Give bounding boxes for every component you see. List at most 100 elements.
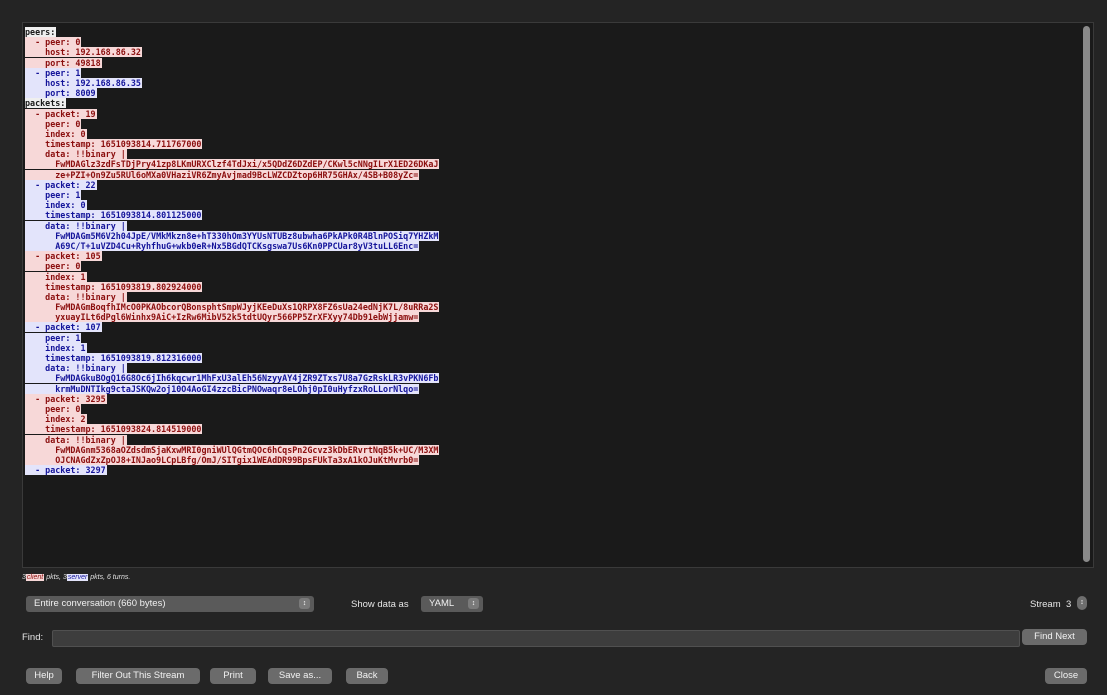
line-text: host: 192.168.86.32	[25, 47, 142, 58]
up-down-chevron-icon: ↕	[299, 598, 310, 609]
line-text: FwMDAGkuBOgQ16G8Oc6jIh6kqcwr1MhFxU3alEh5…	[25, 373, 440, 384]
client-data-line: FwMDAGlz3zdFsTDjPry41zp8LKmURXClzf4TdJxi…	[25, 159, 1075, 170]
line-text: timestamp: 1651093824.814519000	[25, 424, 203, 435]
help-button[interactable]: Help	[26, 668, 62, 684]
print-button[interactable]: Print	[210, 668, 256, 684]
line-text: data: !!binary |	[25, 291, 127, 302]
line-text: host: 192.168.86.35	[25, 77, 142, 88]
stream-number[interactable]: 3	[1066, 599, 1071, 610]
show-data-label: Show data as	[351, 599, 409, 610]
stream-text[interactable]: peers: - peer: 0 host: 192.168.86.32 por…	[25, 27, 1075, 476]
line-text: index: 1	[25, 342, 87, 353]
client-data-line: peer: 0	[25, 118, 1075, 129]
line-text: peer: 1	[25, 190, 82, 200]
line-text: peer: 1	[25, 332, 82, 343]
server-data-line: krmMuDNTIkg9ctaJSKQw2oj10O4AoGI4zzcBicPN…	[25, 383, 1075, 394]
line-text: - peer: 0	[25, 37, 82, 48]
server-data-line: port: 8009	[25, 88, 1075, 99]
server-data-line: peer: 1	[25, 332, 1075, 343]
line-text: index: 2	[25, 414, 87, 425]
line-text: data: !!binary |	[25, 149, 127, 160]
line-text: peer: 0	[25, 118, 82, 129]
client-data-line: yxuayILt6dPgl6Winhx9AiC+IzRw6MibV52k5tdt…	[25, 312, 1075, 323]
line-text: packets:	[25, 98, 67, 109]
line-text: - packet: 105	[25, 251, 102, 262]
client-data-line: FwMDAGnm5368aOZdsdmSjaKxwMRI0gniWUlQGtmQ…	[25, 444, 1075, 455]
find-label: Find:	[22, 632, 44, 643]
client-data-line: index: 1	[25, 271, 1075, 282]
client-data-line: timestamp: 1651093814.711767000	[25, 139, 1075, 150]
format-select[interactable]: YAML ↕	[421, 596, 483, 612]
client-data-line: index: 0	[25, 128, 1075, 139]
line-text: - packet: 19	[25, 108, 97, 119]
find-next-button[interactable]: Find Next	[1022, 629, 1087, 645]
save-as-button[interactable]: Save as...	[268, 668, 332, 684]
stream-summary: 3client pkts, 3server pkts, 6 turns.	[22, 574, 130, 581]
client-data-line: timestamp: 1651093824.814519000	[25, 424, 1075, 435]
format-select-value: YAML	[429, 598, 455, 609]
client-data-line: OJCNAGdZxZpOJ8+INJao9LCpLBfg/OmJ/SITgix1…	[25, 454, 1075, 465]
line-text: timestamp: 1651093814.711767000	[25, 139, 203, 150]
client-data-line: - packet: 105	[25, 251, 1075, 262]
server-data-line: index: 0	[25, 200, 1075, 211]
server-data-line: peer: 1	[25, 190, 1075, 200]
conversation-select-value: Entire conversation (660 bytes)	[34, 598, 166, 609]
server-data-line: timestamp: 1651093814.801125000	[25, 210, 1075, 221]
line-text: - packet: 107	[25, 322, 102, 333]
section-header-line: packets:	[25, 98, 1075, 109]
filter-out-stream-button[interactable]: Filter Out This Stream	[76, 668, 200, 684]
server-data-line: data: !!binary |	[25, 220, 1075, 231]
server-data-line: index: 1	[25, 342, 1075, 353]
client-data-line: port: 49818	[25, 57, 1075, 68]
line-text: FwMDAGm5M6V2h04JpE/VMkMkzn8e+hT330hOm3YY…	[25, 230, 440, 241]
client-data-line: data: !!binary |	[25, 149, 1075, 160]
client-data-line: data: !!binary |	[25, 434, 1075, 445]
line-text: - peer: 1	[25, 67, 82, 78]
server-tag: server	[66, 574, 89, 581]
line-text: krmMuDNTIkg9ctaJSKQw2oj10O4AoGI4zzcBicPN…	[25, 383, 420, 394]
client-data-line: peer: 0	[25, 261, 1075, 272]
section-header-line: peers:	[25, 27, 1075, 37]
client-data-line: peer: 0	[25, 403, 1075, 414]
client-data-line: ze+PZI+On9Zu5RUl6oMXa0VHaziVR6ZmyAvjmad9…	[25, 169, 1075, 180]
client-data-line: - packet: 3295	[25, 393, 1075, 404]
line-text: timestamp: 1651093819.812316000	[25, 353, 203, 363]
line-text: index: 1	[25, 271, 87, 282]
line-text: FwMDAGmBoqfhIMcO0PKAObcorQBonsphtSmpWJyj…	[25, 302, 440, 313]
client-data-line: timestamp: 1651093819.802924000	[25, 281, 1075, 292]
line-text: index: 0	[25, 200, 87, 211]
server-data-line: timestamp: 1651093819.812316000	[25, 353, 1075, 363]
client-data-line: index: 2	[25, 414, 1075, 425]
find-input[interactable]	[52, 630, 1020, 647]
server-data-line: data: !!binary |	[25, 363, 1075, 374]
line-text: port: 8009	[25, 88, 97, 99]
line-text: peer: 0	[25, 261, 82, 272]
line-text: - packet: 3297	[25, 465, 107, 476]
line-text: - packet: 3295	[25, 393, 107, 404]
close-button[interactable]: Close	[1045, 668, 1087, 684]
stepper-icon[interactable]: ↕	[1077, 596, 1087, 610]
client-data-line: host: 192.168.86.32	[25, 47, 1075, 58]
client-tag: client	[25, 574, 45, 581]
client-data-line: - peer: 0	[25, 37, 1075, 48]
client-data-line: FwMDAGmBoqfhIMcO0PKAObcorQBonsphtSmpWJyj…	[25, 302, 1075, 313]
up-down-chevron-icon: ↕	[468, 598, 479, 609]
server-data-line: FwMDAGkuBOgQ16G8Oc6jIh6kqcwr1MhFxU3alEh5…	[25, 373, 1075, 384]
server-data-line: - peer: 1	[25, 67, 1075, 78]
line-text: OJCNAGdZxZpOJ8+INJao9LCpLBfg/OmJ/SITgix1…	[25, 454, 420, 465]
line-text: data: !!binary |	[25, 363, 127, 374]
client-data-line: data: !!binary |	[25, 291, 1075, 302]
line-text: peer: 0	[25, 403, 82, 414]
client-data-line: - packet: 19	[25, 108, 1075, 119]
conversation-select[interactable]: Entire conversation (660 bytes) ↕	[26, 596, 314, 612]
line-text: index: 0	[25, 128, 87, 139]
server-data-line: FwMDAGm5M6V2h04JpE/VMkMkzn8e+hT330hOm3YY…	[25, 230, 1075, 241]
line-text: FwMDAGnm5368aOZdsdmSjaKxwMRI0gniWUlQGtmQ…	[25, 444, 440, 455]
line-text: data: !!binary |	[25, 434, 127, 445]
back-button[interactable]: Back	[346, 668, 388, 684]
vertical-scrollbar[interactable]	[1083, 26, 1090, 562]
stream-content-pane[interactable]: peers: - peer: 0 host: 192.168.86.32 por…	[22, 22, 1094, 568]
line-text: ze+PZI+On9Zu5RUl6oMXa0VHaziVR6ZmyAvjmad9…	[25, 169, 420, 180]
line-text: data: !!binary |	[25, 220, 127, 231]
line-text: FwMDAGlz3zdFsTDjPry41zp8LKmURXClzf4TdJxi…	[25, 159, 440, 170]
